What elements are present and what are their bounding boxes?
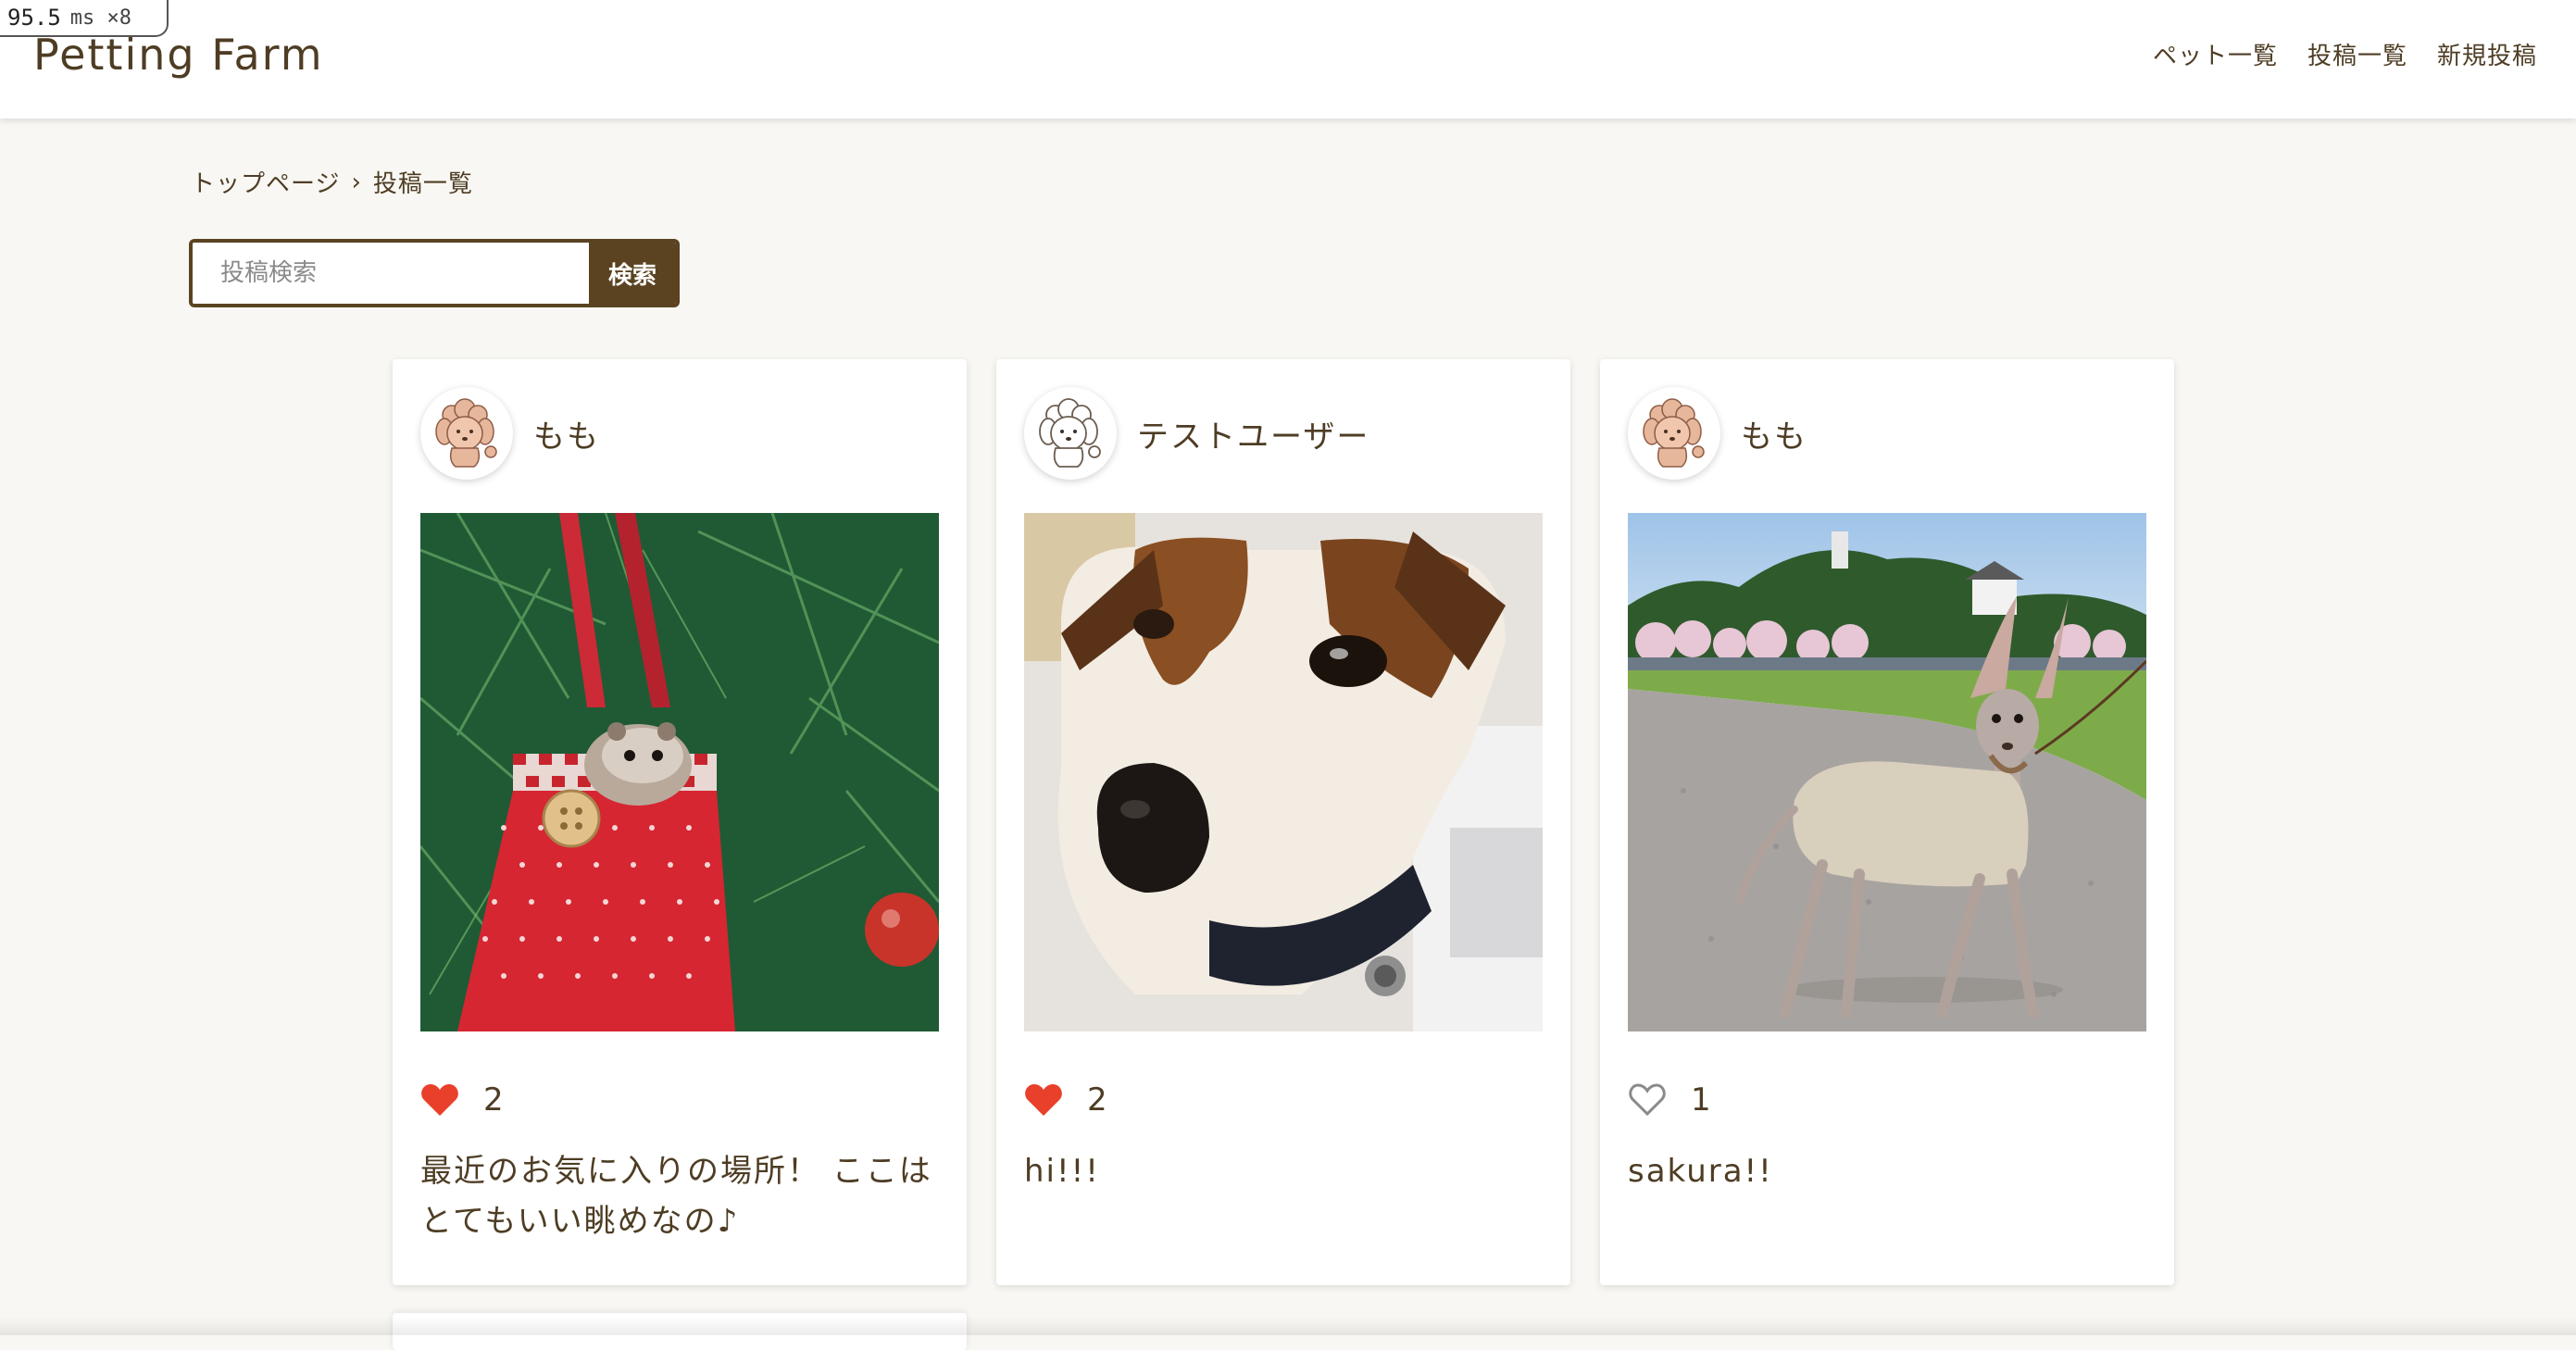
post-text: sakura!! [1628, 1153, 1773, 1190]
poodle-avatar-icon [1628, 387, 1720, 480]
heart-outline-icon[interactable] [1628, 1082, 1667, 1118]
post-photo[interactable] [420, 513, 939, 1031]
post-author[interactable]: テストユーザー [1024, 387, 1369, 480]
site-header: Petting Farm ペット一覧 投稿一覧 新規投稿 [0, 0, 2576, 119]
breadcrumb-current: 投稿一覧 [372, 170, 473, 198]
poodle-avatar-icon [420, 387, 513, 480]
like-area: 2 [420, 1081, 504, 1119]
search-input[interactable] [193, 243, 589, 304]
post-card: もも [1600, 359, 2174, 1285]
like-area: 1 [1628, 1081, 1711, 1119]
author-name: もも [533, 418, 600, 456]
breadcrumb: トップページ › 投稿一覧 [191, 165, 473, 199]
perf-value: 95.5 [7, 5, 61, 31]
post-card: もも [393, 359, 967, 1285]
nav-pets[interactable]: ペット一覧 [2153, 37, 2278, 71]
nav-posts[interactable]: 投稿一覧 [2307, 37, 2407, 71]
site-logo[interactable]: Petting Farm [33, 30, 324, 80]
perf-unit: ms ×8 [69, 6, 132, 30]
post-text: 最近のお気に入りの場所！ ここはとてもいい眺めなの♪ [420, 1153, 932, 1240]
like-count: 2 [483, 1081, 504, 1119]
like-count: 1 [1691, 1081, 1711, 1119]
breadcrumb-home[interactable]: トップページ [191, 165, 340, 199]
nav-new-post[interactable]: 新規投稿 [2437, 37, 2537, 71]
post-photo[interactable] [1024, 513, 1543, 1031]
breadcrumb-separator: › [351, 168, 362, 196]
search-form: 検索 [189, 239, 680, 307]
like-area: 2 [1024, 1081, 1107, 1119]
white-poodle-avatar-icon [1024, 387, 1117, 480]
heart-filled-icon[interactable] [420, 1082, 459, 1118]
perf-badge: 95.5 ms ×8 [0, 0, 169, 37]
heart-filled-icon[interactable] [1024, 1082, 1063, 1118]
author-name: テストユーザー [1137, 418, 1370, 456]
search-button[interactable]: 検索 [589, 243, 676, 304]
main-nav: ペット一覧 投稿一覧 新規投稿 [2153, 37, 2537, 71]
author-name: もも [1741, 418, 1807, 456]
scroll-shadow [0, 1317, 2576, 1335]
post-photo[interactable] [1628, 513, 2146, 1031]
post-author[interactable]: もも [1628, 387, 1807, 480]
post-card: テストユーザー 2 hi!!! [996, 359, 1570, 1285]
like-count: 2 [1087, 1081, 1107, 1119]
post-text: hi!!! [1024, 1153, 1100, 1190]
post-author[interactable]: もも [420, 387, 600, 480]
